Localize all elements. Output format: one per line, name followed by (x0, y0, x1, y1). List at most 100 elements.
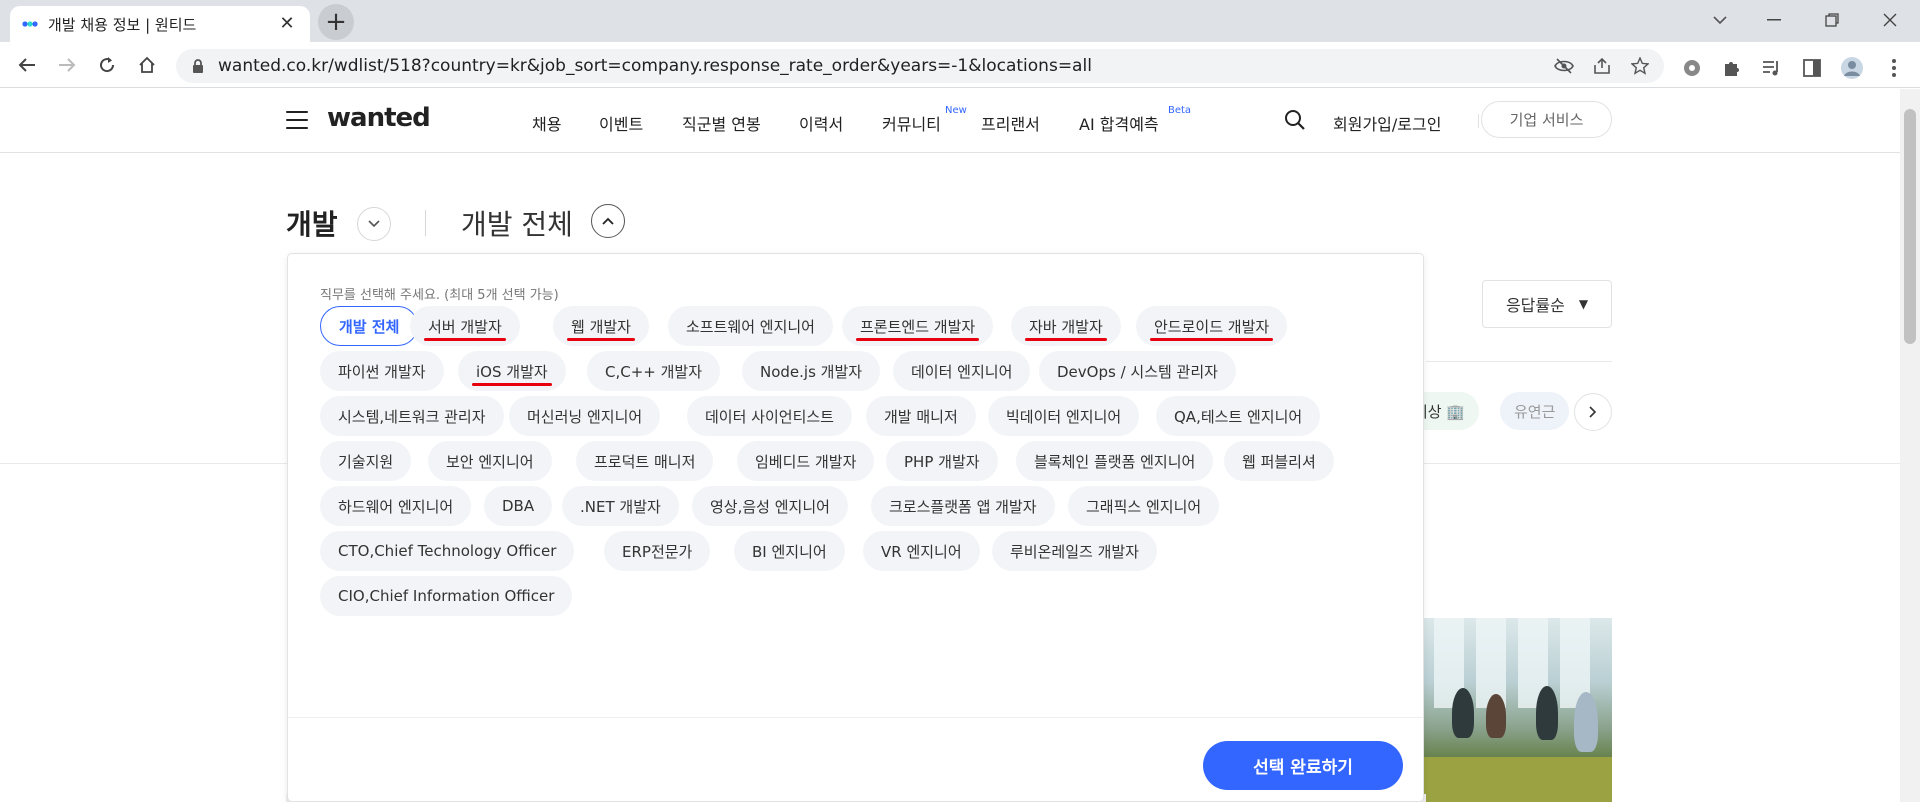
hamburger-menu-icon[interactable] (286, 111, 308, 129)
minimize-icon[interactable] (1754, 6, 1794, 34)
job-chip[interactable]: 임베디드 개발자 (737, 441, 875, 481)
job-chip[interactable]: 웹 개발자 (553, 306, 649, 346)
nav-resume[interactable]: 이력서 (799, 111, 843, 135)
extensions-puzzle-icon[interactable] (1720, 56, 1744, 80)
url-text: wanted.co.kr/wdlist/518?country=kr&job_s… (218, 56, 1092, 76)
job-select-panel: 직무를 선택해 주세요. (최대 5개 선택 가능) 개발 전체 서버 개발자 … (287, 253, 1424, 802)
job-chip[interactable]: 웹 퍼블리셔 (1224, 441, 1334, 481)
sort-dropdown[interactable]: 응답률순 ▼ (1482, 280, 1612, 328)
nav-events[interactable]: 이벤트 (599, 111, 643, 135)
share-icon[interactable] (1590, 56, 1614, 76)
caret-down-icon: ▼ (1578, 297, 1589, 311)
job-chip[interactable]: 시스템,네트워크 관리자 (320, 396, 504, 436)
section-divider (1426, 361, 1612, 362)
job-chip[interactable]: 프로덕트 매니저 (576, 441, 714, 481)
nav-freelancer[interactable]: 프리랜서 (981, 111, 1040, 135)
job-chip[interactable]: 블록체인 플랫폼 엔지니어 (1016, 441, 1214, 481)
company-thumbnail-image[interactable] (1424, 618, 1612, 802)
job-chip[interactable]: 자바 개발자 (1011, 306, 1121, 346)
job-chip[interactable]: PHP 개발자 (886, 441, 998, 481)
wanted-favicon-icon (22, 16, 38, 32)
nav-divider (1478, 114, 1479, 128)
tab-close-icon[interactable]: ✕ (276, 13, 298, 35)
job-chip[interactable]: 프론트엔드 개발자 (842, 306, 994, 346)
tag-next-button[interactable] (1574, 393, 1612, 431)
category-toggle-button[interactable] (357, 207, 391, 241)
job-chip-all[interactable]: 개발 전체 (320, 306, 419, 346)
subcategory-title: 개발 전체 (461, 208, 573, 241)
job-chip[interactable]: ERP전문가 (604, 531, 711, 571)
forward-icon[interactable] (52, 50, 82, 80)
job-chip[interactable]: 데이터 엔지니어 (893, 351, 1031, 391)
job-chip[interactable]: QA,테스트 엔지니어 (1156, 396, 1321, 436)
extension-gear-icon[interactable] (1680, 56, 1704, 80)
job-chip[interactable]: BI 엔지니어 (734, 531, 845, 571)
job-chip[interactable]: .NET 개발자 (562, 486, 679, 526)
red-underline-mark (1025, 338, 1107, 341)
media-control-icon[interactable] (1760, 56, 1784, 80)
nav-salary[interactable]: 직군별 연봉 (682, 111, 761, 135)
nav-community[interactable]: 커뮤니티 (882, 111, 941, 135)
wanted-logo[interactable]: wanted (327, 103, 431, 133)
browser-tab-strip: 개발 채용 정보 | 원티드 ✕ + (0, 0, 1920, 42)
job-chip[interactable]: 하드웨어 엔지니어 (320, 486, 472, 526)
close-window-icon[interactable] (1870, 6, 1910, 34)
job-chip[interactable]: 영상,음성 엔지니어 (692, 486, 848, 526)
beta-badge: Beta (1168, 105, 1192, 116)
tag-chip[interactable]: 유연근 (1500, 392, 1570, 430)
red-underline-mark (472, 383, 552, 386)
job-chip[interactable]: 빅데이터 엔지니어 (988, 396, 1140, 436)
bookmark-star-icon[interactable] (1628, 56, 1652, 76)
job-chip[interactable]: CIO,Chief Information Officer (320, 576, 573, 616)
job-chip[interactable]: 서버 개발자 (410, 306, 520, 346)
chevron-right-icon (1589, 406, 1597, 418)
job-chip[interactable]: DBA (484, 486, 553, 526)
red-underline-mark (856, 338, 980, 341)
job-chip[interactable]: 그래픽스 엔지니어 (1068, 486, 1220, 526)
panel-hint: 직무를 선택해 주세요. (최대 5개 선택 가능) (320, 288, 559, 303)
red-underline-mark (1150, 338, 1274, 341)
job-chip[interactable]: Node.js 개발자 (742, 351, 881, 391)
new-tab-button[interactable]: + (318, 4, 354, 40)
job-chip[interactable]: 루비온레일즈 개발자 (992, 531, 1157, 571)
home-icon[interactable] (132, 50, 162, 80)
job-chip[interactable]: CTO,Chief Technology Officer (320, 531, 575, 571)
signup-login-link[interactable]: 회원가입/로그인 (1333, 111, 1441, 135)
category-title: 개발 (286, 208, 338, 241)
address-bar[interactable]: wanted.co.kr/wdlist/518?country=kr&job_s… (176, 49, 1664, 83)
job-chip[interactable]: VR 엔지니어 (863, 531, 980, 571)
nav-jobs[interactable]: 채용 (532, 111, 561, 135)
job-chip[interactable]: 데이터 사이언티스트 (687, 396, 852, 436)
confirm-selection-button[interactable]: 선택 완료하기 (1203, 741, 1403, 790)
search-icon[interactable] (1284, 109, 1306, 135)
job-chip[interactable]: C,C++ 개발자 (587, 351, 721, 391)
reload-icon[interactable] (92, 50, 122, 80)
job-chip[interactable]: 보안 엔지니어 (428, 441, 552, 481)
job-chip[interactable]: 크로스플랫폼 앱 개발자 (871, 486, 1055, 526)
job-chip[interactable]: 소프트웨어 엔지니어 (668, 306, 833, 346)
lock-icon[interactable] (192, 58, 204, 74)
tab-title: 개발 채용 정보 | 원티드 (48, 15, 197, 34)
eye-off-icon[interactable] (1552, 56, 1576, 76)
subcategory-toggle-button[interactable] (591, 204, 625, 238)
chevron-up-icon (602, 217, 614, 225)
job-chip[interactable]: 머신러닝 엔지니어 (509, 396, 661, 436)
job-chip[interactable]: iOS 개발자 (458, 351, 566, 391)
nav-ai-prediction[interactable]: AI 합격예측 (1079, 111, 1159, 135)
back-icon[interactable] (12, 50, 42, 80)
corporate-service-button[interactable]: 기업 서비스 (1481, 101, 1612, 138)
restore-icon[interactable] (1812, 6, 1852, 34)
panel-footer-divider (288, 717, 1423, 718)
profile-avatar-icon[interactable] (1840, 56, 1864, 80)
job-chip[interactable]: DevOps / 시스템 관리자 (1039, 351, 1236, 391)
scrollbar-thumb[interactable] (1904, 109, 1916, 344)
job-chip[interactable]: 기술지원 (320, 441, 412, 481)
job-chip[interactable]: 개발 매니저 (866, 396, 976, 436)
browser-tab[interactable]: 개발 채용 정보 | 원티드 ✕ (10, 6, 310, 42)
job-chip[interactable]: 안드로이드 개발자 (1136, 306, 1288, 346)
side-panel-icon[interactable] (1800, 56, 1824, 80)
tab-search-icon[interactable] (1700, 6, 1740, 34)
browser-menu-icon[interactable] (1882, 56, 1906, 80)
page-scrollbar[interactable] (1900, 89, 1920, 802)
job-chip[interactable]: 파이썬 개발자 (320, 351, 444, 391)
